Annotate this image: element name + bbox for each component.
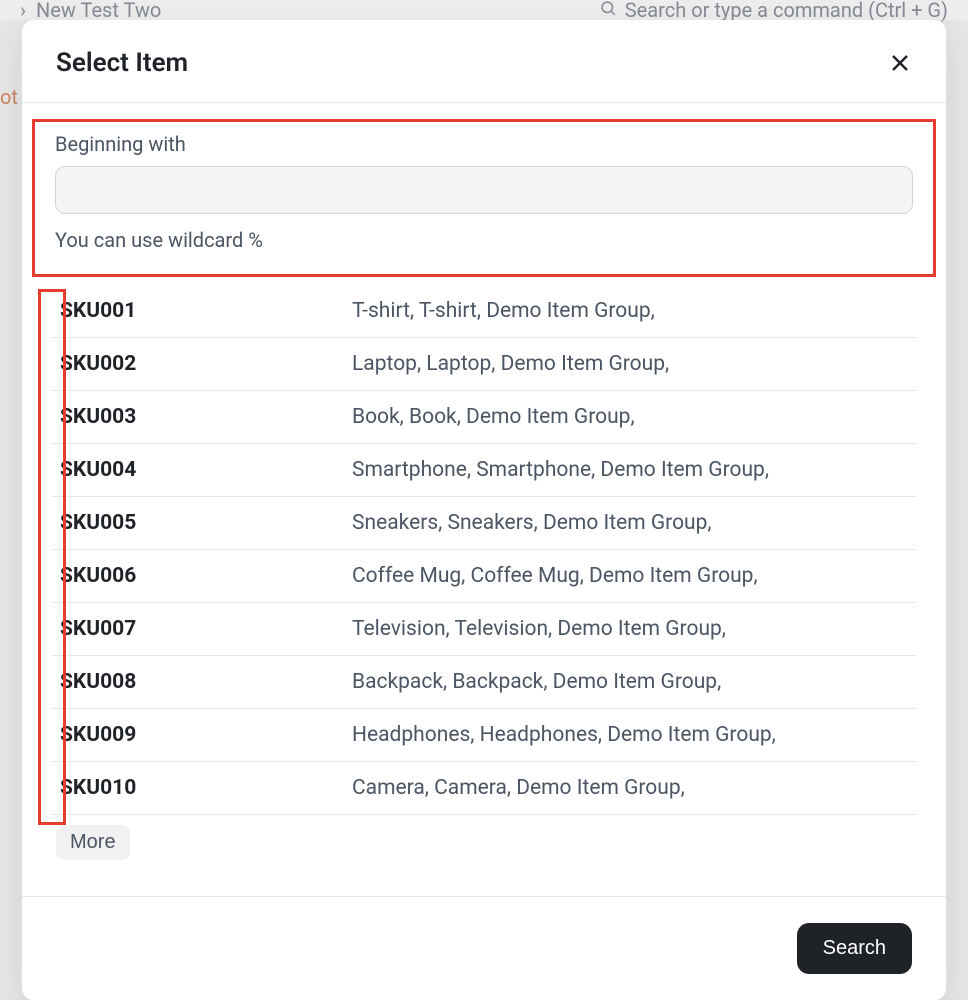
result-desc: Laptop, Laptop, Demo Item Group, bbox=[352, 352, 916, 376]
result-sku: SKU003 bbox=[52, 405, 332, 429]
result-desc: Backpack, Backpack, Demo Item Group, bbox=[352, 670, 916, 694]
result-sku: SKU001 bbox=[52, 299, 332, 323]
result-item[interactable]: SKU010 Camera, Camera, Demo Item Group, bbox=[52, 762, 916, 815]
result-desc: Coffee Mug, Coffee Mug, Demo Item Group, bbox=[352, 564, 916, 588]
more-button[interactable]: More bbox=[56, 825, 130, 860]
result-sku: SKU007 bbox=[52, 617, 332, 641]
results-wrapper: SKU001 T-shirt, T-shirt, Demo Item Group,… bbox=[22, 285, 946, 880]
result-item[interactable]: SKU008 Backpack, Backpack, Demo Item Grou… bbox=[52, 656, 916, 709]
result-sku: SKU009 bbox=[52, 723, 332, 747]
result-desc: T-shirt, T-shirt, Demo Item Group, bbox=[352, 299, 916, 323]
filter-section: Beginning with You can use wildcard % bbox=[32, 119, 936, 277]
result-sku: SKU008 bbox=[52, 670, 332, 694]
filter-input[interactable] bbox=[55, 166, 913, 214]
result-desc: Camera, Camera, Demo Item Group, bbox=[352, 776, 916, 800]
result-item[interactable]: SKU004 Smartphone, Smartphone, Demo Item … bbox=[52, 444, 916, 497]
result-item[interactable]: SKU007 Television, Television, Demo Item … bbox=[52, 603, 916, 656]
result-item[interactable]: SKU001 T-shirt, T-shirt, Demo Item Group, bbox=[52, 285, 916, 338]
result-sku: SKU010 bbox=[52, 776, 332, 800]
modal-header: Select Item bbox=[22, 20, 946, 103]
result-desc: Book, Book, Demo Item Group, bbox=[352, 405, 916, 429]
result-item[interactable]: SKU006 Coffee Mug, Coffee Mug, Demo Item … bbox=[52, 550, 916, 603]
result-desc: Smartphone, Smartphone, Demo Item Group, bbox=[352, 458, 916, 482]
result-list: SKU001 T-shirt, T-shirt, Demo Item Group,… bbox=[52, 285, 916, 815]
result-sku: SKU006 bbox=[52, 564, 332, 588]
modal-body: Beginning with You can use wildcard % SK… bbox=[22, 103, 946, 896]
filter-label: Beginning with bbox=[55, 132, 913, 156]
result-item[interactable]: SKU003 Book, Book, Demo Item Group, bbox=[52, 391, 916, 444]
result-item[interactable]: SKU002 Laptop, Laptop, Demo Item Group, bbox=[52, 338, 916, 391]
result-item[interactable]: SKU009 Headphones, Headphones, Demo Item … bbox=[52, 709, 916, 762]
result-item[interactable]: SKU005 Sneakers, Sneakers, Demo Item Grou… bbox=[52, 497, 916, 550]
filter-help: You can use wildcard % bbox=[55, 228, 913, 252]
result-sku: SKU002 bbox=[52, 352, 332, 376]
result-desc: Sneakers, Sneakers, Demo Item Group, bbox=[352, 511, 916, 535]
search-button[interactable]: Search bbox=[797, 923, 912, 974]
modal-title: Select Item bbox=[56, 48, 188, 78]
result-sku: SKU005 bbox=[52, 511, 332, 535]
select-item-modal: Select Item Beginning with You can use w… bbox=[22, 20, 946, 1000]
close-icon[interactable] bbox=[888, 51, 912, 75]
result-desc: Headphones, Headphones, Demo Item Group, bbox=[352, 723, 916, 747]
result-sku: SKU004 bbox=[52, 458, 332, 482]
result-desc: Television, Television, Demo Item Group, bbox=[352, 617, 916, 641]
modal-footer: Search bbox=[22, 896, 946, 1000]
